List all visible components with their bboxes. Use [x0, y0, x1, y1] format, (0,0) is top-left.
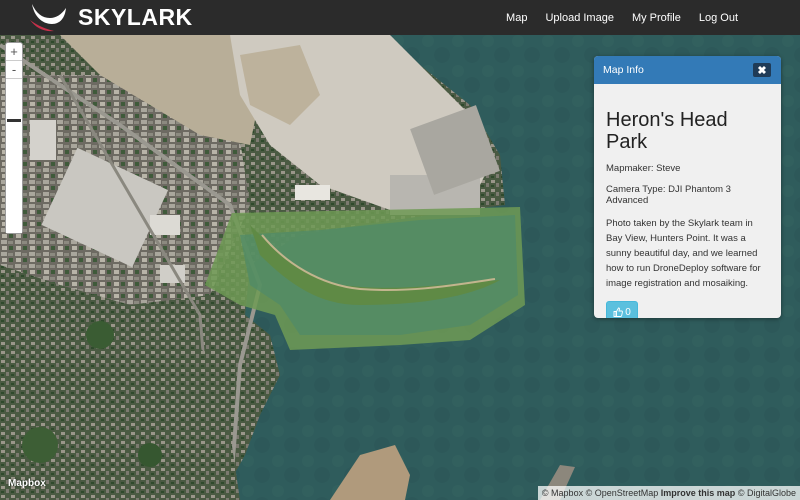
zoom-in-button[interactable]: + [6, 43, 22, 61]
mapmaker-text: Mapmaker: Steve [606, 163, 681, 174]
mapbox-attribution-link[interactable]: © Mapbox [542, 488, 583, 498]
like-button[interactable]: 0 [606, 301, 638, 318]
panel-header: Map Info ✖ [594, 56, 781, 84]
panel-header-title: Map Info [603, 64, 644, 76]
map-title: Heron's Head Park [606, 109, 728, 153]
camera-type-text: Camera Type: DJI Phantom 3 Advanced [606, 184, 731, 206]
close-icon: ✖ [757, 64, 767, 77]
zoom-out-button[interactable]: - [6, 61, 22, 79]
like-count: 0 [625, 306, 631, 318]
nav-map-link[interactable]: Map [506, 12, 527, 24]
digitalglobe-attribution-link[interactable]: © DigitalGlobe [738, 488, 796, 498]
improve-map-link[interactable]: Improve this map [661, 488, 736, 498]
zoom-slider-handle[interactable] [7, 119, 21, 122]
panel-body: Heron's Head Park Mapmaker: Steve Camera… [594, 84, 781, 318]
map-info-panel: Map Info ✖ Heron's Head Park Mapmaker: S… [594, 56, 781, 318]
nav-my-profile-link[interactable]: My Profile [632, 12, 681, 24]
map-description: Photo taken by the Skylark team in Bay V… [606, 218, 761, 289]
brand-name: SKYLARK [78, 4, 193, 30]
osm-attribution-link[interactable]: © OpenStreetMap [586, 488, 659, 498]
skylark-bird-icon [30, 3, 66, 31]
brand-logo-link[interactable]: SKYLARK [28, 0, 193, 35]
top-navbar: SKYLARK Map Upload Image My Profile Log … [0, 0, 800, 35]
nav-links: Map Upload Image My Profile Log Out [506, 0, 800, 35]
map-attribution: © Mapbox © OpenStreetMap Improve this ma… [537, 486, 800, 500]
zoom-slider-track[interactable] [6, 79, 22, 233]
zoom-control: + - [5, 42, 23, 234]
thumbs-up-icon [613, 307, 624, 317]
mapbox-logo[interactable]: Mapbox [8, 478, 46, 489]
close-panel-button[interactable]: ✖ [753, 63, 771, 77]
nav-log-out-link[interactable]: Log Out [699, 12, 738, 24]
nav-upload-image-link[interactable]: Upload Image [545, 12, 614, 24]
